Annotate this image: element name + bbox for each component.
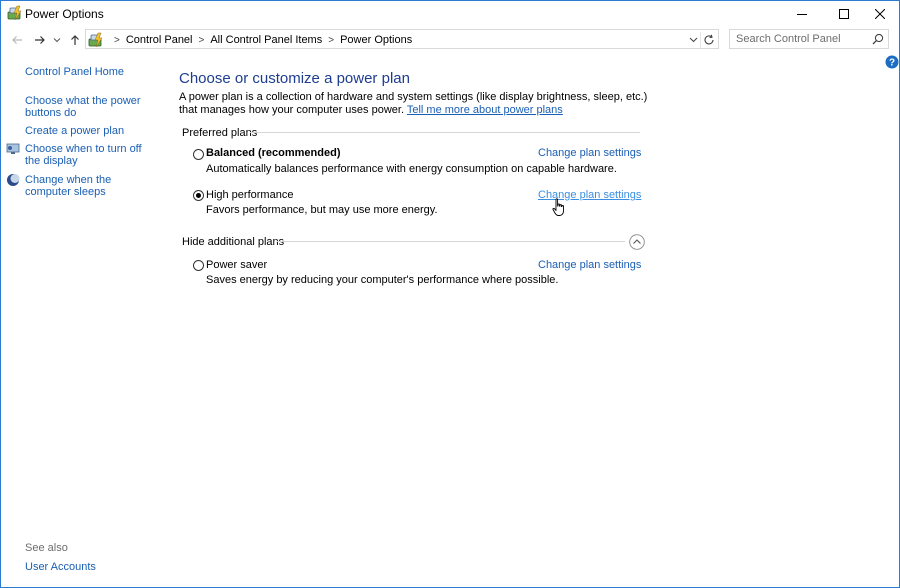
turn-off-display-link[interactable]: Choose when to turn off the display — [25, 143, 155, 167]
navigation-bar: > Control Panel > All Control Panel Item… — [1, 27, 899, 53]
balanced-plan-name[interactable]: Balanced (recommended) — [206, 147, 340, 159]
additional-plans-divider — [277, 241, 625, 242]
left-navigation-pane: Control Panel Home Choose what the power… — [1, 53, 171, 587]
address-dropdown-button[interactable] — [686, 32, 700, 48]
forward-button[interactable] — [30, 30, 50, 50]
power-saver-plan-name[interactable]: Power saver — [206, 259, 267, 271]
see-also-label: See also — [25, 542, 68, 554]
up-arrow-icon — [71, 35, 79, 45]
balanced-change-settings-link[interactable]: Change plan settings — [538, 147, 641, 159]
chevron-down-icon — [53, 38, 61, 43]
maximize-icon — [839, 9, 849, 19]
forward-arrow-icon — [35, 36, 45, 44]
breadcrumb-separator-icon[interactable]: > — [114, 35, 120, 46]
breadcrumb-separator-icon[interactable]: > — [199, 35, 205, 46]
learn-more-link[interactable]: Tell me more about power plans — [407, 104, 563, 116]
breadcrumb-all-items[interactable]: All Control Panel Items — [210, 34, 322, 46]
computer-sleeps-link[interactable]: Change when the computer sleeps — [25, 174, 155, 198]
back-button[interactable] — [7, 30, 27, 50]
chevron-down-icon — [689, 37, 697, 43]
breadcrumb-power-options[interactable]: Power Options — [340, 34, 412, 46]
preferred-plans-divider — [250, 132, 640, 133]
balanced-plan-radio[interactable] — [193, 149, 204, 160]
maximize-button[interactable] — [827, 1, 861, 27]
refresh-icon — [704, 34, 714, 45]
up-button[interactable] — [65, 30, 85, 50]
sleep-moon-icon — [7, 174, 20, 186]
high-performance-plan-name[interactable]: High performance — [206, 189, 293, 201]
control-panel-home-link[interactable]: Control Panel Home — [25, 66, 124, 78]
page-title: Choose or customize a power plan — [179, 70, 410, 87]
control-panel-icon — [88, 32, 103, 48]
title-bar[interactable]: Power Options — [1, 1, 899, 27]
page-description: A power plan is a collection of hardware… — [179, 91, 649, 117]
search-box[interactable] — [729, 29, 889, 49]
hand-cursor-icon — [552, 198, 564, 216]
balanced-plan-description: Automatically balances performance with … — [206, 163, 617, 175]
refresh-button[interactable] — [700, 32, 717, 48]
additional-plans-header[interactable]: Hide additional plans — [182, 236, 284, 248]
power-options-icon — [7, 5, 22, 21]
svg-text:?: ? — [889, 58, 895, 69]
power-options-window: Power Options > Control Panel > All Cont… — [0, 0, 900, 588]
power-saver-plan-description: Saves energy by reducing your computer's… — [206, 274, 559, 286]
search-icon[interactable] — [872, 33, 884, 45]
breadcrumb-control-panel[interactable]: Control Panel — [126, 34, 193, 46]
back-arrow-icon — [12, 36, 22, 44]
user-accounts-link[interactable]: User Accounts — [25, 561, 96, 573]
high-performance-plan-description: Favors performance, but may use more ene… — [206, 204, 438, 216]
address-bar[interactable]: > Control Panel > All Control Panel Item… — [85, 29, 719, 49]
close-icon — [875, 9, 885, 19]
minimize-button[interactable] — [785, 1, 819, 27]
recent-locations-button[interactable] — [50, 30, 64, 50]
breadcrumb-separator-icon[interactable]: > — [328, 35, 334, 46]
create-power-plan-link[interactable]: Create a power plan — [25, 125, 124, 137]
preferred-plans-header: Preferred plans — [182, 127, 258, 139]
power-saver-change-settings-link[interactable]: Change plan settings — [538, 259, 641, 271]
window-title: Power Options — [25, 7, 104, 21]
collapse-chevron-up-icon[interactable] — [629, 234, 645, 250]
power-buttons-link[interactable]: Choose what the power buttons do — [25, 95, 145, 119]
help-icon[interactable]: ? — [885, 55, 899, 69]
high-performance-plan-radio[interactable] — [193, 190, 204, 201]
display-icon — [6, 143, 20, 154]
close-button[interactable] — [863, 1, 897, 27]
power-saver-plan-radio[interactable] — [193, 260, 204, 271]
minimize-icon — [797, 14, 807, 15]
search-input[interactable] — [730, 30, 876, 48]
